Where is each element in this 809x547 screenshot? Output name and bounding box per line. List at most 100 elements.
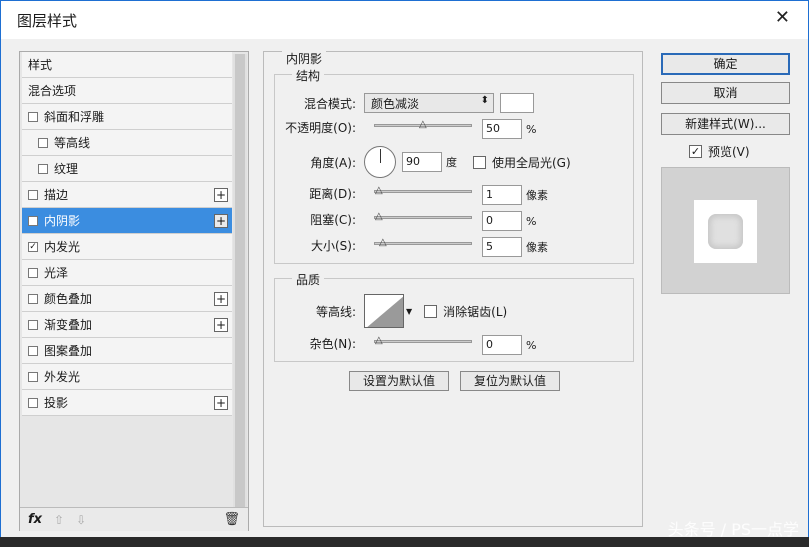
size-unit: 像素	[526, 241, 548, 254]
style-item-label: 斜面和浮雕	[44, 110, 105, 124]
make-default-button[interactable]: 设置为默认值	[349, 371, 449, 391]
shadow-color-swatch[interactable]	[500, 93, 534, 113]
antialias-checkbox[interactable]	[424, 304, 438, 318]
distance-slider-knob[interactable]	[375, 185, 385, 196]
style-item-label: 颜色叠加	[44, 292, 93, 306]
global-light-checkbox[interactable]	[473, 155, 486, 169]
choke-slider-knob[interactable]	[375, 211, 385, 222]
style-item-label: 混合选项	[28, 84, 77, 98]
style-item-checkbox[interactable]	[28, 189, 38, 200]
fx-icon[interactable]: fx	[28, 512, 42, 527]
blend-mode-value: 颜色减淡	[371, 96, 420, 111]
style-item-label: 图案叠加	[44, 344, 93, 358]
angle-row: 角度(A): 90 度 使用全局光(G)	[264, 146, 571, 178]
style-item-7[interactable]: ✓ 内发光	[22, 234, 232, 260]
size-slider-knob[interactable]	[379, 237, 389, 248]
add-effect-icon[interactable]: +	[214, 317, 228, 332]
angle-input[interactable]: 90	[402, 152, 442, 172]
style-item-6[interactable]: ✓ 内阴影 +	[22, 208, 232, 234]
style-item-0[interactable]: 样式	[22, 52, 232, 78]
choke-slider[interactable]	[374, 211, 472, 222]
style-item-checkbox[interactable]: ✓	[28, 215, 38, 226]
structure-title: 结构	[292, 67, 325, 84]
new-style-button[interactable]: 新建样式(W)...	[661, 113, 790, 135]
noise-row: 杂色(N):	[264, 335, 364, 352]
noise-slider[interactable]	[374, 335, 472, 346]
preview-checkbox[interactable]: ✓	[689, 145, 702, 158]
distance-input-row: 1 像素	[482, 185, 548, 205]
reset-default-button[interactable]: 复位为默认值	[460, 371, 560, 391]
move-up-icon[interactable]: ⇧	[54, 513, 64, 527]
style-item-3[interactable]: 等高线	[22, 130, 232, 156]
add-effect-icon[interactable]: +	[214, 213, 228, 228]
style-item-13[interactable]: 投影 +	[22, 390, 232, 416]
add-effect-icon[interactable]: +	[214, 291, 228, 306]
style-item-label: 纹理	[54, 162, 79, 176]
style-item-checkbox[interactable]: ✓	[28, 241, 38, 252]
style-item-checkbox[interactable]	[28, 397, 38, 408]
distance-label: 距离(D):	[309, 187, 356, 201]
style-item-label: 内阴影	[44, 214, 81, 228]
inner-shadow-panel: 内阴影 结构 混合模式: 颜色减淡 ⬍ 不透明度(O): 50 %	[263, 50, 643, 527]
style-item-4[interactable]: 纹理	[22, 156, 232, 182]
style-item-1[interactable]: 混合选项	[22, 78, 232, 104]
angle-label: 角度(A):	[310, 155, 356, 170]
add-effect-icon[interactable]: +	[214, 187, 228, 202]
style-item-label: 等高线	[54, 136, 91, 150]
cancel-button[interactable]: 取消	[661, 82, 790, 104]
style-item-checkbox[interactable]	[28, 345, 38, 356]
style-list-panel: 样式混合选项斜面和浮雕等高线纹理描边 + ✓ 内阴影 + ✓ 内发光 光泽颜色叠加 + 渐变叠加 +…	[19, 51, 249, 531]
noise-input[interactable]: 0	[482, 335, 522, 355]
noise-slider-knob[interactable]	[375, 335, 385, 346]
style-item-label: 投影	[44, 396, 69, 410]
style-item-2[interactable]: 斜面和浮雕	[22, 104, 232, 130]
scrollbar-thumb[interactable]	[235, 54, 245, 514]
preview-toggle[interactable]: ✓ 预览(V)	[689, 143, 750, 160]
style-item-checkbox[interactable]	[28, 319, 38, 330]
style-item-8[interactable]: 光泽	[22, 260, 232, 286]
style-item-label: 渐变叠加	[44, 318, 93, 332]
size-slider[interactable]	[374, 237, 472, 248]
preview-label: 预览(V)	[708, 145, 750, 159]
dialog-title: 图层样式	[17, 12, 78, 30]
opacity-slider[interactable]	[374, 119, 472, 130]
antialias-label: 消除锯齿(L)	[443, 304, 508, 319]
angle-dial[interactable]	[364, 146, 396, 178]
distance-row: 距离(D):	[264, 185, 364, 202]
choke-input-row: 0 %	[482, 211, 536, 231]
opacity-slider-knob[interactable]	[419, 119, 429, 130]
style-item-checkbox[interactable]	[28, 371, 38, 382]
choke-input[interactable]: 0	[482, 211, 522, 231]
opacity-unit: %	[526, 122, 537, 136]
style-item-checkbox[interactable]	[28, 267, 38, 278]
style-item-9[interactable]: 颜色叠加 +	[22, 286, 232, 312]
delete-effect-icon[interactable]: 🗑	[223, 512, 240, 527]
contour-curve-icon	[367, 296, 403, 327]
style-item-checkbox[interactable]	[38, 163, 48, 174]
style-item-10[interactable]: 渐变叠加 +	[22, 312, 232, 338]
close-icon[interactable]: ✕	[775, 8, 790, 28]
preview-swatch	[694, 200, 757, 263]
style-item-11[interactable]: 图案叠加	[22, 338, 232, 364]
opacity-input[interactable]: 50	[482, 119, 522, 139]
watermark: 头条号 / PS一点学	[667, 520, 799, 539]
contour-picker[interactable]	[364, 294, 404, 328]
style-list-scrollbar[interactable]	[233, 54, 247, 524]
add-effect-icon[interactable]: +	[214, 395, 228, 410]
style-item-checkbox[interactable]	[38, 137, 48, 148]
choke-unit: %	[526, 214, 537, 228]
opacity-input-row: 50 %	[482, 119, 536, 139]
ok-button[interactable]: 确定	[661, 53, 790, 75]
distance-slider[interactable]	[374, 185, 472, 196]
effect-preview	[661, 167, 790, 294]
style-item-checkbox[interactable]	[28, 111, 38, 122]
style-item-5[interactable]: 描边 +	[22, 182, 232, 208]
section-title: 内阴影	[282, 50, 327, 67]
size-input[interactable]: 5	[482, 237, 522, 257]
move-down-icon[interactable]: ⇩	[76, 513, 86, 527]
blend-mode-select[interactable]: 颜色减淡 ⬍	[364, 93, 494, 113]
style-item-12[interactable]: 外发光	[22, 364, 232, 390]
contour-dropdown-icon[interactable]: ▼	[406, 307, 412, 316]
distance-input[interactable]: 1	[482, 185, 522, 205]
style-item-checkbox[interactable]	[28, 293, 38, 304]
